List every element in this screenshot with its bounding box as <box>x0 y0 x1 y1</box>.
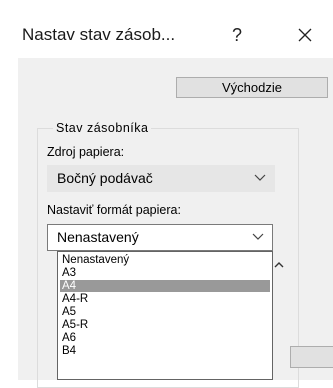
paper-format-label: Nastaviť formát papiera: <box>47 203 181 217</box>
paper-source-label: Zdroj papiera: <box>47 145 125 159</box>
help-button[interactable]: ? <box>225 22 249 48</box>
list-item[interactable]: A5 <box>60 306 270 318</box>
group-legend: Stav zásobníka <box>53 121 152 135</box>
list-item[interactable]: A4-R <box>60 293 270 305</box>
paper-source-value: Bočný podávač <box>57 170 153 186</box>
paper-format-value: Nenastavený <box>57 229 139 245</box>
close-icon <box>298 28 312 42</box>
paper-format-dropdown[interactable]: Nenastavený A3 A4 A4-R A5 A5-R A6 B4 <box>57 251 273 380</box>
scroll-up-button[interactable] <box>273 258 285 270</box>
list-item[interactable]: B4 <box>60 345 270 357</box>
chevron-down-icon <box>254 174 266 181</box>
list-item-selected[interactable]: A4 <box>60 280 270 292</box>
paper-source-select[interactable]: Bočný podávač <box>47 165 275 192</box>
title-bar: Nastav stav zásob... ? <box>0 0 333 58</box>
chevron-up-icon <box>274 262 284 268</box>
chevron-down-icon <box>252 233 264 240</box>
list-item[interactable]: A5-R <box>60 319 270 331</box>
list-item[interactable]: A6 <box>60 332 270 344</box>
close-button[interactable] <box>292 22 318 48</box>
default-button[interactable]: Východzie <box>176 77 328 98</box>
list-item[interactable]: A3 <box>60 267 270 279</box>
ok-button[interactable] <box>290 346 333 368</box>
paper-format-select[interactable]: Nenastavený <box>47 224 273 251</box>
list-item[interactable]: Nenastavený <box>60 254 270 266</box>
window-title: Nastav stav zásob... <box>22 25 176 44</box>
dropdown-scrollbar[interactable] <box>273 252 290 380</box>
